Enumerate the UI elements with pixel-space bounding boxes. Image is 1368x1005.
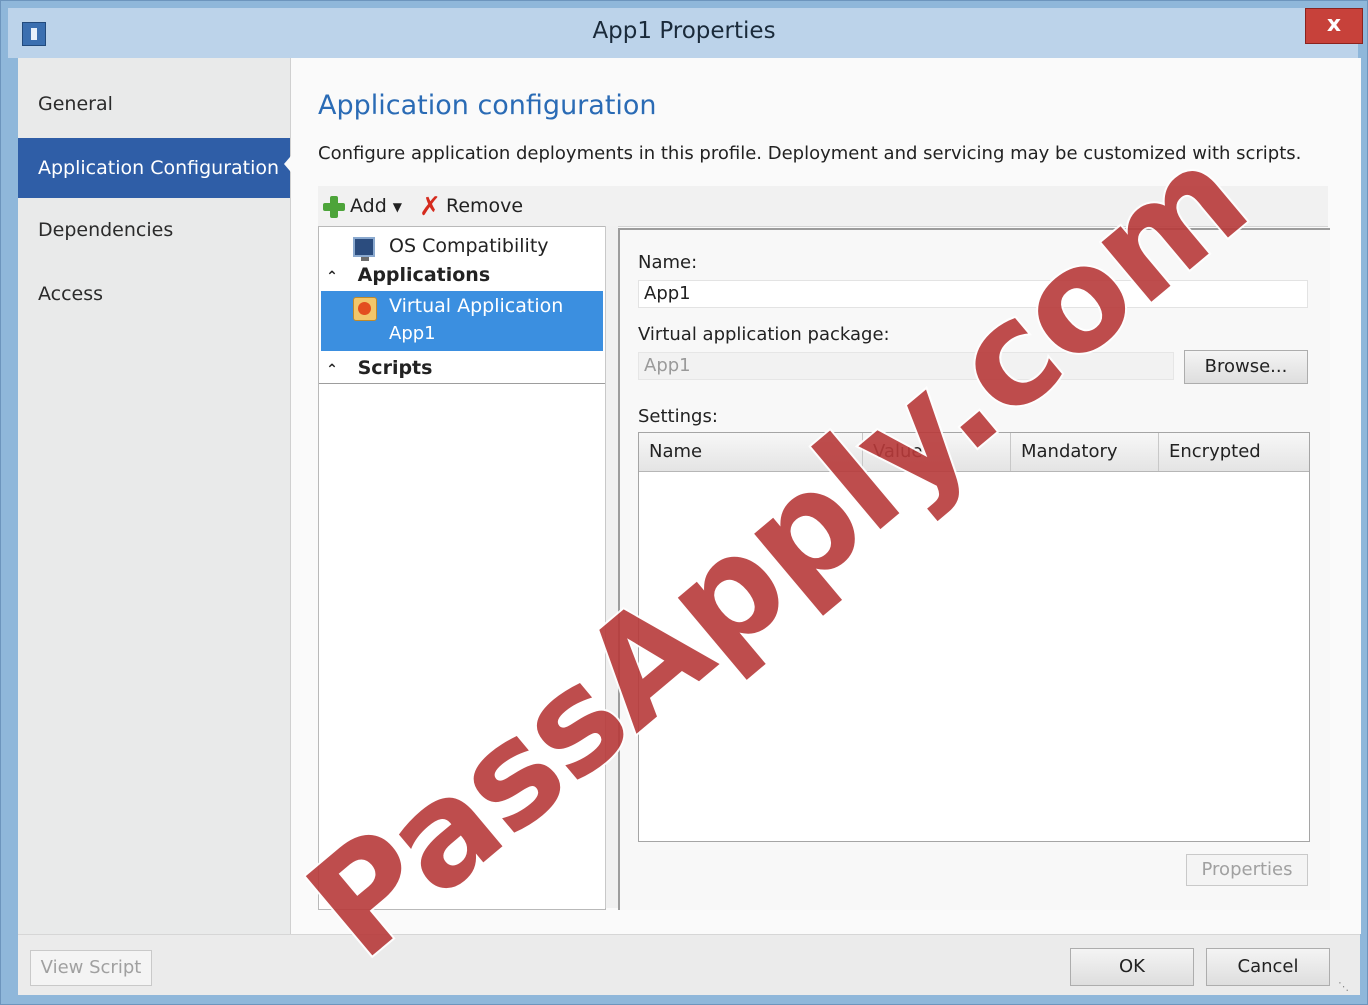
sidebar-item-application-configuration[interactable]: Application Configuration [18,138,290,198]
tree-header-scripts[interactable]: ⌃ Scripts [319,353,605,384]
x-icon: ✗ [419,191,441,222]
properties-button[interactable]: Properties [1186,854,1308,886]
tree-item-label: OS Compatibility [389,235,549,257]
package-label: Virtual application package: [638,324,890,345]
tree-header-applications[interactable]: ⌃ Applications [319,261,605,289]
tree-item-virtual-application[interactable]: Virtual Application App1 [321,291,603,351]
ok-button[interactable]: OK [1070,948,1194,986]
monitor-icon [353,236,375,261]
sidebar-item-general[interactable]: General [18,74,290,134]
sidebar-item-access[interactable]: Access [18,264,290,324]
tree-item-title: Virtual Application [389,295,564,317]
splitter[interactable] [605,226,618,908]
virtual-application-icon [353,297,377,321]
tree-item-subtitle: App1 [389,323,436,344]
plus-icon [322,195,346,219]
remove-label: Remove [446,195,524,217]
sidebar: General Application Configuration Depend… [18,58,290,934]
add-label: Add [350,195,387,217]
resize-grip-icon[interactable]: ⋱ [1338,980,1354,996]
tree-header-label: Applications [357,264,491,286]
window-title: App1 Properties [592,18,776,44]
column-header-encrypted[interactable]: Encrypted [1159,433,1309,471]
collapse-icon[interactable]: ⌃ [323,263,341,291]
view-script-button[interactable]: View Script [30,950,152,986]
browse-button[interactable]: Browse... [1184,350,1308,384]
tree-item-os-compatibility[interactable]: OS Compatibility [319,231,605,261]
page-title: Application configuration [318,90,657,121]
active-indicator [284,150,296,178]
remove-button[interactable]: ✗ Remove [418,192,523,220]
close-button[interactable]: x [1305,8,1363,44]
tree-header-label: Scripts [357,357,433,379]
sidebar-item-dependencies[interactable]: Dependencies [18,200,290,260]
caret-down-icon[interactable]: ▼ [393,200,402,214]
settings-label: Settings: [638,406,718,427]
add-button[interactable]: Add ▼ [322,192,402,220]
name-label: Name: [638,252,698,273]
collapse-icon[interactable]: ⌃ [323,355,341,385]
cancel-button[interactable]: Cancel [1206,948,1330,986]
